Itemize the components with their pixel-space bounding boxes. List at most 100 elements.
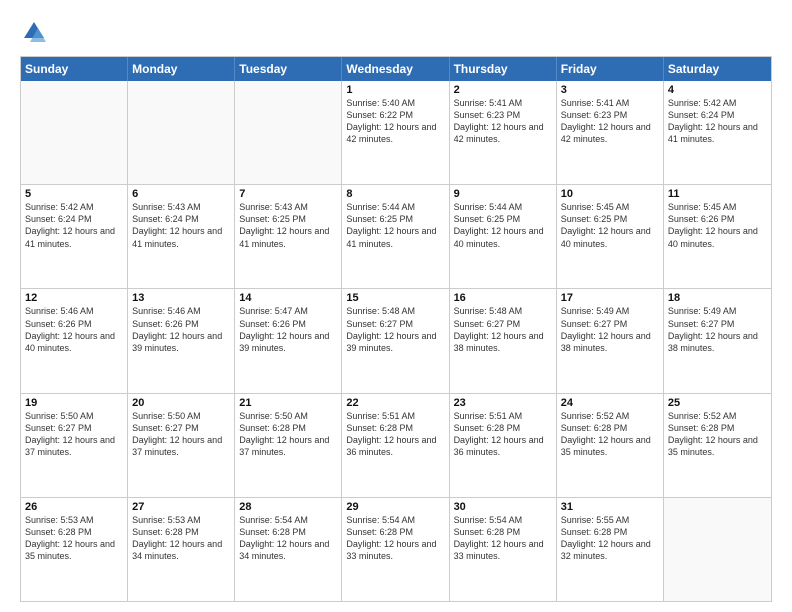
header-day-saturday: Saturday xyxy=(664,57,771,81)
header xyxy=(20,18,772,46)
day-number: 13 xyxy=(132,292,230,304)
day-info: Sunrise: 5:50 AM Sunset: 6:27 PM Dayligh… xyxy=(25,410,123,459)
day-info: Sunrise: 5:46 AM Sunset: 6:26 PM Dayligh… xyxy=(132,305,230,354)
day-cell-18: 18Sunrise: 5:49 AM Sunset: 6:27 PM Dayli… xyxy=(664,289,771,392)
empty-cell-4-6 xyxy=(664,498,771,601)
day-cell-4: 4Sunrise: 5:42 AM Sunset: 6:24 PM Daylig… xyxy=(664,81,771,184)
empty-cell-0-1 xyxy=(128,81,235,184)
day-cell-20: 20Sunrise: 5:50 AM Sunset: 6:27 PM Dayli… xyxy=(128,394,235,497)
day-number: 24 xyxy=(561,397,659,409)
day-cell-17: 17Sunrise: 5:49 AM Sunset: 6:27 PM Dayli… xyxy=(557,289,664,392)
day-number: 2 xyxy=(454,84,552,96)
day-cell-26: 26Sunrise: 5:53 AM Sunset: 6:28 PM Dayli… xyxy=(21,498,128,601)
day-number: 10 xyxy=(561,188,659,200)
header-day-monday: Monday xyxy=(128,57,235,81)
day-number: 31 xyxy=(561,501,659,513)
day-cell-28: 28Sunrise: 5:54 AM Sunset: 6:28 PM Dayli… xyxy=(235,498,342,601)
header-day-friday: Friday xyxy=(557,57,664,81)
day-info: Sunrise: 5:54 AM Sunset: 6:28 PM Dayligh… xyxy=(239,514,337,563)
day-info: Sunrise: 5:46 AM Sunset: 6:26 PM Dayligh… xyxy=(25,305,123,354)
header-day-sunday: Sunday xyxy=(21,57,128,81)
day-info: Sunrise: 5:52 AM Sunset: 6:28 PM Dayligh… xyxy=(561,410,659,459)
day-cell-23: 23Sunrise: 5:51 AM Sunset: 6:28 PM Dayli… xyxy=(450,394,557,497)
day-cell-13: 13Sunrise: 5:46 AM Sunset: 6:26 PM Dayli… xyxy=(128,289,235,392)
day-info: Sunrise: 5:51 AM Sunset: 6:28 PM Dayligh… xyxy=(454,410,552,459)
day-number: 17 xyxy=(561,292,659,304)
day-number: 23 xyxy=(454,397,552,409)
day-number: 29 xyxy=(346,501,444,513)
day-info: Sunrise: 5:43 AM Sunset: 6:24 PM Dayligh… xyxy=(132,201,230,250)
calendar-row-4: 26Sunrise: 5:53 AM Sunset: 6:28 PM Dayli… xyxy=(21,497,771,601)
day-info: Sunrise: 5:48 AM Sunset: 6:27 PM Dayligh… xyxy=(454,305,552,354)
day-info: Sunrise: 5:50 AM Sunset: 6:28 PM Dayligh… xyxy=(239,410,337,459)
day-number: 28 xyxy=(239,501,337,513)
day-number: 27 xyxy=(132,501,230,513)
day-number: 12 xyxy=(25,292,123,304)
day-number: 8 xyxy=(346,188,444,200)
day-info: Sunrise: 5:50 AM Sunset: 6:27 PM Dayligh… xyxy=(132,410,230,459)
calendar-row-0: 1Sunrise: 5:40 AM Sunset: 6:22 PM Daylig… xyxy=(21,81,771,184)
day-cell-7: 7Sunrise: 5:43 AM Sunset: 6:25 PM Daylig… xyxy=(235,185,342,288)
day-info: Sunrise: 5:48 AM Sunset: 6:27 PM Dayligh… xyxy=(346,305,444,354)
day-cell-29: 29Sunrise: 5:54 AM Sunset: 6:28 PM Dayli… xyxy=(342,498,449,601)
day-cell-11: 11Sunrise: 5:45 AM Sunset: 6:26 PM Dayli… xyxy=(664,185,771,288)
calendar-row-2: 12Sunrise: 5:46 AM Sunset: 6:26 PM Dayli… xyxy=(21,288,771,392)
day-number: 1 xyxy=(346,84,444,96)
day-info: Sunrise: 5:44 AM Sunset: 6:25 PM Dayligh… xyxy=(454,201,552,250)
day-info: Sunrise: 5:42 AM Sunset: 6:24 PM Dayligh… xyxy=(668,97,767,146)
logo xyxy=(20,18,52,46)
day-cell-31: 31Sunrise: 5:55 AM Sunset: 6:28 PM Dayli… xyxy=(557,498,664,601)
calendar-header: SundayMondayTuesdayWednesdayThursdayFrid… xyxy=(21,57,771,81)
day-cell-21: 21Sunrise: 5:50 AM Sunset: 6:28 PM Dayli… xyxy=(235,394,342,497)
day-info: Sunrise: 5:44 AM Sunset: 6:25 PM Dayligh… xyxy=(346,201,444,250)
day-cell-16: 16Sunrise: 5:48 AM Sunset: 6:27 PM Dayli… xyxy=(450,289,557,392)
calendar-body: 1Sunrise: 5:40 AM Sunset: 6:22 PM Daylig… xyxy=(21,81,771,601)
calendar-row-1: 5Sunrise: 5:42 AM Sunset: 6:24 PM Daylig… xyxy=(21,184,771,288)
day-info: Sunrise: 5:54 AM Sunset: 6:28 PM Dayligh… xyxy=(454,514,552,563)
day-info: Sunrise: 5:41 AM Sunset: 6:23 PM Dayligh… xyxy=(454,97,552,146)
day-number: 15 xyxy=(346,292,444,304)
day-info: Sunrise: 5:45 AM Sunset: 6:25 PM Dayligh… xyxy=(561,201,659,250)
day-cell-12: 12Sunrise: 5:46 AM Sunset: 6:26 PM Dayli… xyxy=(21,289,128,392)
day-number: 21 xyxy=(239,397,337,409)
calendar: SundayMondayTuesdayWednesdayThursdayFrid… xyxy=(20,56,772,602)
day-cell-5: 5Sunrise: 5:42 AM Sunset: 6:24 PM Daylig… xyxy=(21,185,128,288)
day-info: Sunrise: 5:49 AM Sunset: 6:27 PM Dayligh… xyxy=(668,305,767,354)
header-day-thursday: Thursday xyxy=(450,57,557,81)
day-number: 5 xyxy=(25,188,123,200)
day-number: 18 xyxy=(668,292,767,304)
day-cell-24: 24Sunrise: 5:52 AM Sunset: 6:28 PM Dayli… xyxy=(557,394,664,497)
day-info: Sunrise: 5:41 AM Sunset: 6:23 PM Dayligh… xyxy=(561,97,659,146)
day-info: Sunrise: 5:53 AM Sunset: 6:28 PM Dayligh… xyxy=(25,514,123,563)
day-cell-14: 14Sunrise: 5:47 AM Sunset: 6:26 PM Dayli… xyxy=(235,289,342,392)
day-cell-8: 8Sunrise: 5:44 AM Sunset: 6:25 PM Daylig… xyxy=(342,185,449,288)
day-number: 26 xyxy=(25,501,123,513)
day-number: 7 xyxy=(239,188,337,200)
day-cell-9: 9Sunrise: 5:44 AM Sunset: 6:25 PM Daylig… xyxy=(450,185,557,288)
empty-cell-0-2 xyxy=(235,81,342,184)
day-cell-30: 30Sunrise: 5:54 AM Sunset: 6:28 PM Dayli… xyxy=(450,498,557,601)
day-info: Sunrise: 5:53 AM Sunset: 6:28 PM Dayligh… xyxy=(132,514,230,563)
day-number: 9 xyxy=(454,188,552,200)
day-number: 25 xyxy=(668,397,767,409)
day-info: Sunrise: 5:42 AM Sunset: 6:24 PM Dayligh… xyxy=(25,201,123,250)
day-cell-10: 10Sunrise: 5:45 AM Sunset: 6:25 PM Dayli… xyxy=(557,185,664,288)
day-info: Sunrise: 5:52 AM Sunset: 6:28 PM Dayligh… xyxy=(668,410,767,459)
calendar-row-3: 19Sunrise: 5:50 AM Sunset: 6:27 PM Dayli… xyxy=(21,393,771,497)
day-number: 19 xyxy=(25,397,123,409)
day-info: Sunrise: 5:51 AM Sunset: 6:28 PM Dayligh… xyxy=(346,410,444,459)
day-cell-19: 19Sunrise: 5:50 AM Sunset: 6:27 PM Dayli… xyxy=(21,394,128,497)
header-day-wednesday: Wednesday xyxy=(342,57,449,81)
day-info: Sunrise: 5:43 AM Sunset: 6:25 PM Dayligh… xyxy=(239,201,337,250)
day-number: 3 xyxy=(561,84,659,96)
day-cell-25: 25Sunrise: 5:52 AM Sunset: 6:28 PM Dayli… xyxy=(664,394,771,497)
day-cell-2: 2Sunrise: 5:41 AM Sunset: 6:23 PM Daylig… xyxy=(450,81,557,184)
day-number: 20 xyxy=(132,397,230,409)
day-number: 6 xyxy=(132,188,230,200)
day-number: 11 xyxy=(668,188,767,200)
day-number: 4 xyxy=(668,84,767,96)
day-info: Sunrise: 5:47 AM Sunset: 6:26 PM Dayligh… xyxy=(239,305,337,354)
logo-icon xyxy=(20,18,48,46)
day-info: Sunrise: 5:45 AM Sunset: 6:26 PM Dayligh… xyxy=(668,201,767,250)
day-number: 30 xyxy=(454,501,552,513)
